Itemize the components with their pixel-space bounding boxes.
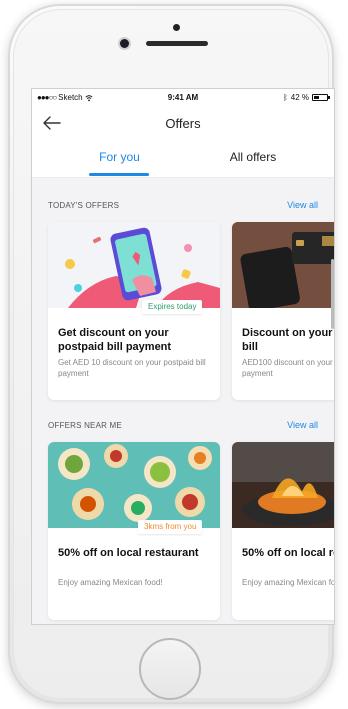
- home-button[interactable]: [139, 638, 201, 700]
- todays-offers-header: TODAY'S OFFERS View all: [48, 200, 318, 213]
- expires-today-badge: Expires today: [142, 300, 203, 314]
- wok-cooking-photo: [232, 442, 334, 528]
- status-bar: ●●●○○ Sketch 9:41 AM ᛒ 42 %: [32, 89, 334, 107]
- offer-card-mexican-restaurant[interactable]: 3kms from you 50% off on local restauran…: [48, 442, 220, 620]
- offer-title: 50% off on local restaurant: [242, 547, 334, 559]
- page-title: Offers: [165, 116, 201, 131]
- section-title: TODAY'S OFFERS: [48, 201, 120, 210]
- earpiece-speaker: [146, 41, 208, 46]
- distance-badge: 3kms from you: [138, 520, 203, 534]
- tab-for-you[interactable]: For you: [92, 150, 147, 164]
- card-image-wok-cooking-photo: [232, 442, 334, 528]
- section-title: OFFERS NEAR ME: [48, 421, 122, 430]
- proximity-sensor: [120, 39, 129, 48]
- offers-near-me-carousel[interactable]: 3kms from you 50% off on local restauran…: [48, 442, 335, 620]
- card-image-mexican-food-photo: [48, 442, 220, 528]
- card-image-credit-card-photo: [232, 222, 334, 308]
- credit-card-photo: [232, 222, 334, 308]
- status-right: ᛒ 42 %: [282, 93, 330, 102]
- offer-description: Get AED 10 discount on your postpaid bil…: [58, 358, 206, 378]
- front-camera: [173, 24, 180, 31]
- bluetooth-icon: ᛒ: [282, 93, 288, 102]
- card-image-postpaid-illustration: [48, 222, 220, 308]
- tab-all-offers[interactable]: All offers: [218, 150, 288, 164]
- mexican-food-photo: [48, 442, 220, 528]
- offer-card-restaurant-2[interactable]: 50% off on local restaurant Enjoy amazin…: [232, 442, 335, 620]
- offer-card-credit-card[interactable]: Discount on your credit card bill AED100…: [232, 222, 334, 400]
- offer-title: Discount on your credit card bill: [242, 327, 334, 353]
- navigation-bar: Offers: [32, 107, 334, 137]
- battery-icon: [312, 94, 330, 101]
- app-screen: ●●●○○ Sketch 9:41 AM ᛒ 42 % Offers For y…: [31, 88, 335, 625]
- todays-offers-carousel[interactable]: Expires today Get discount on your postp…: [48, 222, 334, 400]
- offers-near-me-header: OFFERS NEAR ME View all: [48, 420, 318, 433]
- vertical-scrollbar[interactable]: [331, 259, 334, 329]
- offer-card-postpaid[interactable]: Expires today Get discount on your postp…: [48, 222, 220, 400]
- phone-payment-illustration: [48, 222, 220, 308]
- view-all-offers-near-me-link[interactable]: View all: [287, 420, 318, 430]
- offer-description: AED100 discount on your card bill paymen…: [242, 358, 334, 378]
- battery-fill: [314, 96, 320, 99]
- active-tab-indicator: [89, 173, 149, 176]
- battery-percent: 42 %: [290, 93, 309, 102]
- offer-title: 50% off on local restaurant: [58, 547, 199, 559]
- offer-description: Enjoy amazing Mexican food!: [58, 578, 163, 587]
- view-all-todays-offers-link[interactable]: View all: [287, 200, 318, 210]
- tab-bar: For you All offers: [32, 137, 334, 178]
- offer-title: Get discount on your postpaid bill payme…: [58, 327, 172, 353]
- offer-description: Enjoy amazing Mexican food!: [242, 578, 335, 587]
